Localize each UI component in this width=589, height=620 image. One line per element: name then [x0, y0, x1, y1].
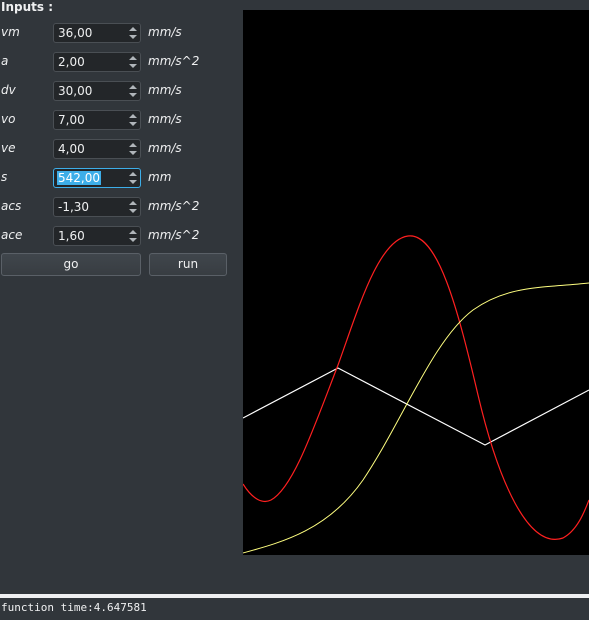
- label-s: s: [1, 170, 8, 184]
- arrow-up-icon[interactable]: [129, 230, 137, 234]
- s-value[interactable]: 542,00: [57, 171, 101, 185]
- ace-spinbox[interactable]: 1,60: [53, 226, 141, 246]
- inputs-title: Inputs :: [1, 0, 53, 14]
- ve-value[interactable]: 4,00: [58, 142, 85, 156]
- acs-value[interactable]: -1,30: [58, 200, 89, 214]
- arrow-up-icon[interactable]: [129, 85, 137, 89]
- vm-spinbox[interactable]: 36,00: [53, 23, 141, 43]
- label-acs: acs: [1, 199, 22, 213]
- vo-value[interactable]: 7,00: [58, 113, 85, 127]
- run-button[interactable]: run: [149, 253, 227, 276]
- s-stepper[interactable]: [128, 170, 138, 186]
- arrow-up-icon[interactable]: [129, 143, 137, 147]
- unit-vo: mm/s: [148, 112, 182, 126]
- label-dv: dv: [1, 83, 16, 97]
- plot-area: [243, 10, 589, 555]
- unit-ace: mm/s^2: [148, 228, 200, 242]
- a-spinbox[interactable]: 2,00: [53, 52, 141, 72]
- white-curve: [243, 367, 589, 446]
- arrow-down-icon[interactable]: [129, 180, 137, 184]
- arrow-down-icon[interactable]: [129, 151, 137, 155]
- ace-value[interactable]: 1,60: [58, 229, 85, 243]
- dv-value[interactable]: 30,00: [58, 84, 92, 98]
- plot-canvas: [243, 235, 589, 554]
- acs-stepper[interactable]: [128, 199, 138, 215]
- label-a: a: [1, 54, 9, 68]
- status-text: function time:4.647581: [1, 601, 147, 614]
- label-ace: ace: [1, 228, 23, 242]
- arrow-down-icon[interactable]: [129, 209, 137, 213]
- arrow-down-icon[interactable]: [129, 238, 137, 242]
- ve-spinbox[interactable]: 4,00: [53, 139, 141, 159]
- unit-vm: mm/s: [148, 25, 182, 39]
- vm-stepper[interactable]: [128, 25, 138, 41]
- arrow-up-icon[interactable]: [129, 201, 137, 205]
- unit-acs: mm/s^2: [148, 199, 200, 213]
- arrow-down-icon[interactable]: [129, 93, 137, 97]
- vo-spinbox[interactable]: 7,00: [53, 110, 141, 130]
- arrow-down-icon[interactable]: [129, 64, 137, 68]
- label-ve: ve: [1, 141, 16, 155]
- label-vm: vm: [1, 25, 20, 39]
- unit-dv: mm/s: [148, 83, 182, 97]
- unit-ve: mm/s: [148, 141, 182, 155]
- main-window: Inputs : vm 36,00 mm/s a 2,00 mm/s^2 dv …: [0, 0, 589, 620]
- arrow-up-icon[interactable]: [129, 172, 137, 176]
- arrow-up-icon[interactable]: [129, 114, 137, 118]
- arrow-down-icon[interactable]: [129, 122, 137, 126]
- vo-stepper[interactable]: [128, 112, 138, 128]
- arrow-down-icon[interactable]: [129, 35, 137, 39]
- go-button[interactable]: go: [1, 253, 141, 276]
- vm-value[interactable]: 36,00: [58, 26, 92, 40]
- acs-spinbox[interactable]: -1,30: [53, 197, 141, 217]
- arrow-up-icon[interactable]: [129, 27, 137, 31]
- status-bar: function time:4.647581: [0, 598, 589, 620]
- arrow-up-icon[interactable]: [129, 56, 137, 60]
- a-stepper[interactable]: [128, 54, 138, 70]
- dv-spinbox[interactable]: 30,00: [53, 81, 141, 101]
- ve-stepper[interactable]: [128, 141, 138, 157]
- dv-stepper[interactable]: [128, 83, 138, 99]
- a-value[interactable]: 2,00: [58, 55, 85, 69]
- ace-stepper[interactable]: [128, 228, 138, 244]
- label-vo: vo: [1, 112, 16, 126]
- unit-s: mm: [148, 170, 172, 184]
- unit-a: mm/s^2: [148, 54, 200, 68]
- s-spinbox[interactable]: 542,00: [53, 168, 141, 188]
